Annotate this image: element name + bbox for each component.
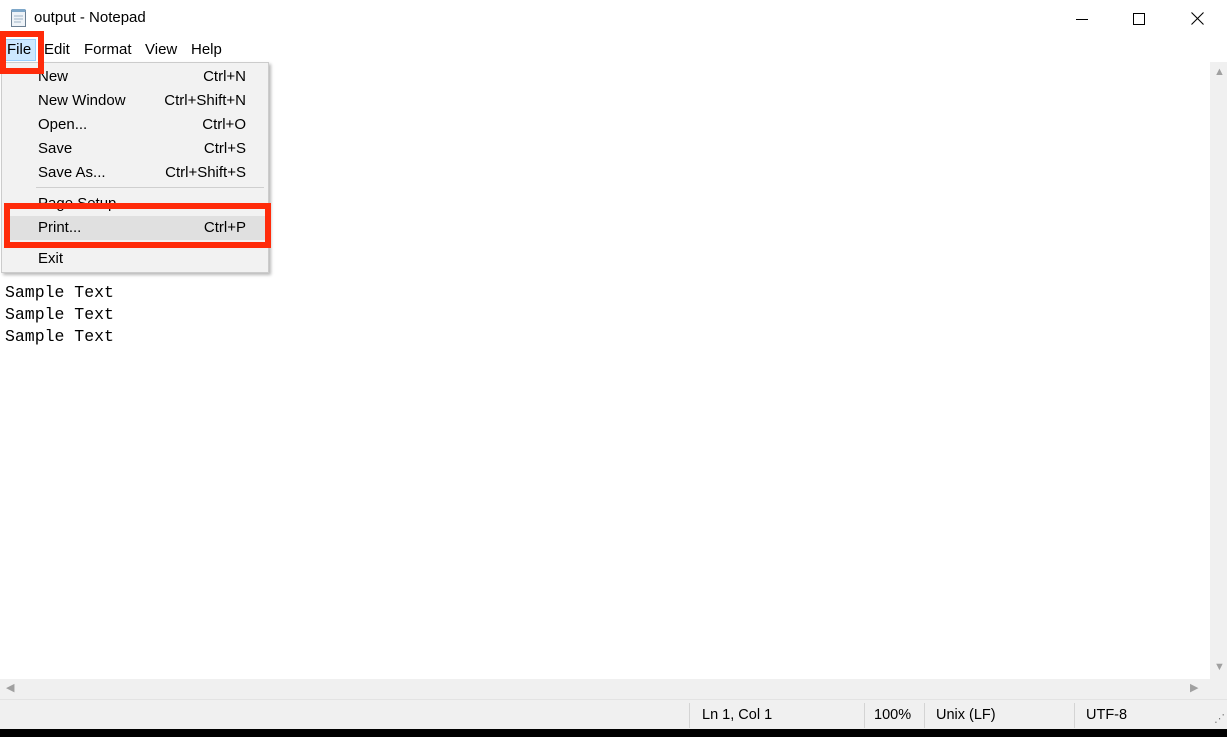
window-title: output - Notepad: [34, 9, 146, 26]
scroll-up-icon[interactable]: ▲: [1214, 67, 1225, 78]
horizontal-scrollbar[interactable]: ◀ ▶: [0, 679, 1210, 699]
menu-edit[interactable]: Edit: [40, 40, 74, 60]
menu-item-label: New Window: [38, 92, 126, 109]
menu-item-new[interactable]: New Ctrl+N: [4, 65, 266, 89]
menu-item-shortcut: Ctrl+P: [203, 219, 246, 236]
status-divider: [1074, 703, 1075, 728]
menu-item-label: Save: [38, 140, 73, 157]
status-line-ending: Unix (LF): [936, 707, 996, 723]
menu-item-save-as[interactable]: Save As... Ctrl+Shift+S: [4, 161, 266, 185]
status-divider: [689, 703, 690, 728]
menu-item-open[interactable]: Open... Ctrl+O: [4, 113, 266, 137]
menu-separator: [36, 187, 264, 188]
taskbar-edge: [0, 729, 1227, 737]
status-divider: [924, 703, 925, 728]
scroll-right-icon[interactable]: ▶: [1190, 683, 1198, 694]
scroll-down-icon[interactable]: ▼: [1214, 662, 1225, 673]
title-bar: output - Notepad: [0, 0, 1227, 37]
menu-item-shortcut: Ctrl+O: [202, 116, 246, 133]
scroll-left-icon[interactable]: ◀: [6, 683, 14, 694]
maximize-button[interactable]: [1110, 0, 1168, 37]
menu-bar: File Edit Format View Help: [0, 37, 1227, 62]
menu-item-label: Exit: [38, 250, 64, 267]
maximize-icon: [1133, 12, 1145, 25]
menu-item-label: Print...: [38, 219, 82, 236]
close-icon: [1190, 12, 1204, 25]
status-position: Ln 1, Col 1: [702, 707, 773, 723]
notepad-icon: [10, 8, 28, 28]
status-zoom: 100%: [874, 707, 912, 723]
resize-grip-icon[interactable]: ⋰: [1214, 714, 1225, 725]
menu-help[interactable]: Help: [187, 40, 226, 60]
menu-item-shortcut: Ctrl+Shift+N: [164, 92, 246, 109]
minimize-icon: [1076, 13, 1088, 25]
menu-item-exit[interactable]: Exit: [4, 247, 266, 271]
menu-item-save[interactable]: Save Ctrl+S: [4, 137, 266, 161]
menu-item-shortcut: Ctrl+Shift+S: [165, 164, 246, 181]
menu-item-page-setup[interactable]: Page Setup...: [4, 192, 266, 216]
status-encoding: UTF-8: [1086, 707, 1128, 723]
status-divider: [864, 703, 865, 728]
menu-item-shortcut: Ctrl+S: [203, 140, 246, 157]
status-bar: Ln 1, Col 1 100% Unix (LF) UTF-8 ⋰: [0, 699, 1227, 729]
menu-item-print[interactable]: Print... Ctrl+P: [4, 216, 266, 240]
menu-item-shortcut: Ctrl+N: [203, 68, 246, 85]
scroll-corner: [1210, 679, 1227, 699]
vertical-scrollbar[interactable]: ▲ ▼: [1210, 62, 1227, 679]
menu-item-label: New: [38, 68, 69, 85]
menu-format[interactable]: Format: [80, 40, 136, 60]
menu-item-label: Save As...: [38, 164, 106, 181]
close-button[interactable]: [1168, 0, 1226, 37]
menu-item-new-window[interactable]: New Window Ctrl+Shift+N: [4, 89, 266, 113]
menu-view[interactable]: View: [141, 40, 181, 60]
menu-item-label: Open...: [38, 116, 88, 133]
file-menu-dropdown: New Ctrl+N New Window Ctrl+Shift+N Open.…: [1, 62, 269, 273]
minimize-button[interactable]: [1053, 0, 1111, 37]
menu-item-label: Page Setup...: [38, 195, 129, 212]
menu-file[interactable]: File: [2, 39, 37, 61]
